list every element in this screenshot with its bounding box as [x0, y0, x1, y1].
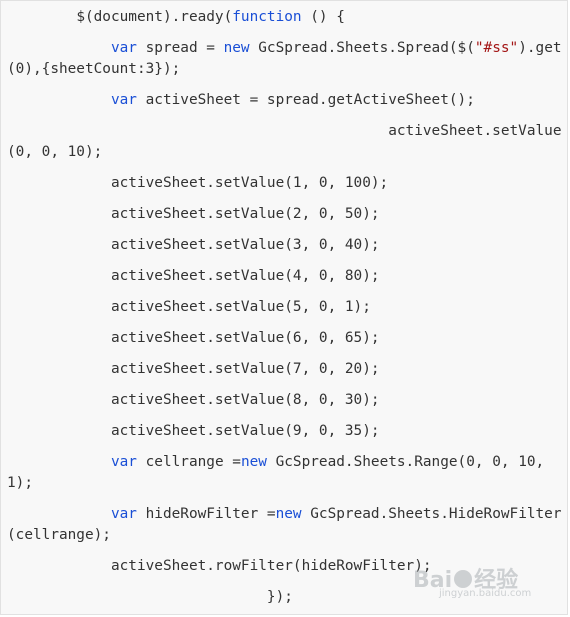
code-block: $(document).ready(function () { var spre…: [0, 0, 568, 615]
code-line: activeSheet.setValue(5, 0, 1);: [7, 297, 563, 318]
code-line: $(document).ready(function () {: [7, 7, 563, 28]
code-line: activeSheet.setValue(6, 0, 65);: [7, 328, 563, 349]
code-token: });: [7, 589, 293, 605]
code-token: activeSheet.setValue(1, 0, 100);: [7, 175, 389, 191]
code-token: cellrange =: [136, 454, 241, 470]
code-line: activeSheet.setValue(4, 0, 80);: [7, 266, 563, 287]
code-token: $(document).ready(: [7, 9, 233, 25]
code-token: activeSheet.setValue(2, 0, 50);: [7, 206, 380, 222]
code-token: activeSheet.setValue(6, 0, 65);: [7, 330, 380, 346]
code-token: hideRowFilter =: [136, 506, 276, 522]
code-token: GcSpread.Sheets.Spread($(: [249, 40, 475, 56]
code-token: () {: [301, 9, 345, 25]
code-token: activeSheet = spread.getActiveSheet();: [136, 92, 475, 108]
code-line: activeSheet.setValue(3, 0, 40);: [7, 235, 563, 256]
code-line: var cellrange =new GcSpread.Sheets.Range…: [7, 452, 563, 494]
watermark-url: jingyan.baidu.com: [439, 588, 532, 599]
code-content: $(document).ready(function () { var spre…: [7, 7, 563, 608]
code-line: var hideRowFilter =new GcSpread.Sheets.H…: [7, 504, 563, 546]
code-keyword: new: [275, 506, 302, 522]
code-token: activeSheet.setValue(4, 0, 80);: [7, 268, 380, 284]
code-string: "#ss": [474, 40, 519, 56]
code-line: var activeSheet = spread.getActiveSheet(…: [7, 90, 563, 111]
code-keyword: new: [240, 454, 267, 470]
code-token: activeSheet.setValue(3, 0, 40);: [7, 237, 380, 253]
paw-icon: [454, 570, 473, 588]
code-token: activeSheet.setValue(5, 0, 1);: [7, 299, 371, 315]
code-token: activeSheet.setValue(0, 0, 10);: [7, 123, 562, 160]
code-token: activeSheet.setValue(8, 0, 30);: [7, 392, 380, 408]
code-line: activeSheet.setValue(8, 0, 30);: [7, 390, 563, 411]
code-token: activeSheet.rowFilter(hideRowFilter);: [7, 558, 432, 574]
code-line: activeSheet.setValue(7, 0, 20);: [7, 359, 563, 380]
code-keyword: var: [110, 40, 137, 56]
code-token: activeSheet.setValue(7, 0, 20);: [7, 361, 380, 377]
code-line: activeSheet.setValue(9, 0, 35);: [7, 421, 563, 442]
code-keyword: new: [223, 40, 250, 56]
code-line: activeSheet.setValue(0, 0, 10);: [7, 121, 563, 163]
code-keyword: var: [110, 92, 137, 108]
code-line: activeSheet.setValue(1, 0, 100);: [7, 173, 563, 194]
code-token: spread =: [136, 40, 224, 56]
code-token: activeSheet.setValue(9, 0, 35);: [7, 423, 380, 439]
code-keyword: function: [232, 9, 302, 25]
code-keyword: var: [110, 454, 137, 470]
baidu-jingyan-watermark: Bai 经验 jingyan.baidu.com: [413, 560, 553, 606]
code-line: activeSheet.setValue(2, 0, 50);: [7, 204, 563, 225]
code-keyword: var: [110, 506, 137, 522]
code-line: var spread = new GcSpread.Sheets.Spread(…: [7, 38, 563, 80]
